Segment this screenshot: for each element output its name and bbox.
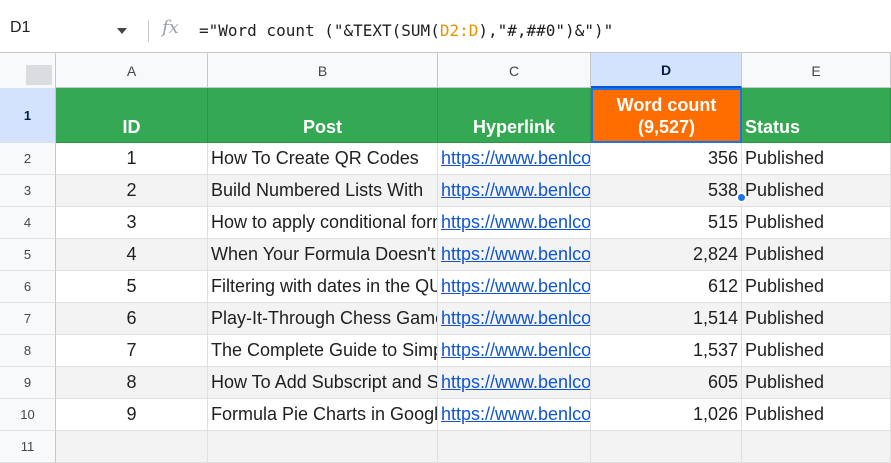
cell-post[interactable]: Play-It-Through Chess Game <box>208 303 438 335</box>
cell-word-count[interactable]: 515 <box>591 207 742 239</box>
row-header-10[interactable]: 10 <box>0 399 56 431</box>
row-header-8[interactable]: 8 <box>0 335 56 367</box>
cell-word-count[interactable]: 2,824 <box>591 239 742 271</box>
cell-hyperlink[interactable]: https://www.benlcollins.com <box>438 399 591 431</box>
cell-id[interactable] <box>56 431 208 463</box>
fx-icon: fx <box>162 17 179 38</box>
cell-id[interactable]: 9 <box>56 399 208 431</box>
cell-id[interactable]: 4 <box>56 239 208 271</box>
cell-hyperlink[interactable]: https://www.benlcollins.com <box>438 367 591 399</box>
cell-post[interactable]: How to apply conditional formatting <box>208 207 438 239</box>
cell-hyperlink[interactable]: https://www.benlcollins.com <box>438 239 591 271</box>
word-count-total: (9,527) <box>637 116 696 137</box>
cell-id[interactable]: 5 <box>56 271 208 303</box>
column-header-a[interactable]: A <box>56 53 208 88</box>
formula-prefix: ="Word count ("&TEXT(SUM( <box>199 21 440 40</box>
cell-status[interactable]: Published <box>742 399 891 431</box>
hyperlink[interactable]: https://www.benlcollins.com <box>441 308 590 329</box>
row-header-2[interactable]: 2 <box>0 143 56 175</box>
hyperlink[interactable]: https://www.benlcollins.com <box>441 404 590 425</box>
cell-post[interactable]: Build Numbered Lists With <box>208 175 438 207</box>
row-header-6[interactable]: 6 <box>0 271 56 303</box>
select-all-corner[interactable] <box>0 53 56 88</box>
word-count-label: Word count <box>616 94 717 115</box>
cell-post[interactable] <box>208 431 438 463</box>
row-header-3[interactable]: 3 <box>0 175 56 207</box>
name-box[interactable]: D1 <box>10 19 30 37</box>
cell-id[interactable]: 7 <box>56 335 208 367</box>
column-header-b[interactable]: B <box>208 53 438 88</box>
cell-id[interactable]: 8 <box>56 367 208 399</box>
fill-handle[interactable] <box>736 192 747 203</box>
cell-post[interactable]: The Complete Guide to Simple <box>208 335 438 367</box>
hyperlink[interactable]: https://www.benlcollins.com <box>441 276 590 297</box>
cell-id[interactable]: 3 <box>56 207 208 239</box>
divider <box>148 20 149 42</box>
cell-id[interactable]: 2 <box>56 175 208 207</box>
column-header-d[interactable]: D <box>591 53 742 88</box>
cell-hyperlink[interactable]: https://www.benlcollins.com <box>438 207 591 239</box>
cell-hyperlink[interactable]: https://www.benlcollins.com <box>438 175 591 207</box>
cell-status[interactable]: Published <box>742 239 891 271</box>
name-box-dropdown-icon[interactable] <box>117 28 127 34</box>
cell-word-count[interactable]: 612 <box>591 271 742 303</box>
formula-range-ref: D2:D <box>439 21 479 40</box>
cell-status[interactable]: Published <box>742 367 891 399</box>
cell-status[interactable]: Published <box>742 335 891 367</box>
header-hyperlink[interactable]: Hyperlink <box>438 88 591 143</box>
cell-word-count[interactable]: 605 <box>591 367 742 399</box>
hyperlink[interactable]: https://www.benlcollins.com <box>441 340 590 361</box>
row-header-4[interactable]: 4 <box>0 207 56 239</box>
cell-post[interactable]: How To Add Subscript and Superscript <box>208 367 438 399</box>
formula-bar: D1 fx ="Word count ("&TEXT(SUM(D2:D),"#,… <box>0 0 891 53</box>
row-header-11[interactable]: 11 <box>0 431 56 463</box>
cell-id[interactable]: 1 <box>56 143 208 175</box>
cell-status[interactable]: Published <box>742 303 891 335</box>
cell-word-count[interactable]: 538 <box>591 175 742 207</box>
row-header-1[interactable]: 1 <box>0 88 56 143</box>
hyperlink[interactable]: https://www.benlcollins.com <box>441 212 590 233</box>
cell-hyperlink[interactable] <box>438 431 591 463</box>
cell-status[interactable]: Published <box>742 143 891 175</box>
header-post[interactable]: Post <box>208 88 438 143</box>
cell-post[interactable]: How To Create QR Codes <box>208 143 438 175</box>
column-header-c[interactable]: C <box>438 53 591 88</box>
row-header-9[interactable]: 9 <box>0 367 56 399</box>
formula-suffix: ),"#,##0")&")" <box>478 21 614 40</box>
formula-input[interactable]: ="Word count ("&TEXT(SUM(D2:D),"#,##0")&… <box>199 21 613 40</box>
hyperlink[interactable]: https://www.benlcollins.com <box>441 244 590 265</box>
header-word-count-selected[interactable]: Word count (9,527) <box>591 88 742 143</box>
cell-status[interactable]: Published <box>742 175 891 207</box>
row-header-7[interactable]: 7 <box>0 303 56 335</box>
spreadsheet-grid: A B C D E 2 1 How To Create QR Codes https:… <box>0 53 891 463</box>
cell-post[interactable]: Formula Pie Charts in Google Sheets <box>208 399 438 431</box>
cell-post[interactable]: Filtering with dates in the QUERY <box>208 271 438 303</box>
cell-word-count[interactable]: 1,537 <box>591 335 742 367</box>
cell-hyperlink[interactable]: https://www.benlcollins.com <box>438 271 591 303</box>
cell-word-count[interactable] <box>591 431 742 463</box>
cell-hyperlink[interactable]: https://www.benlcollins.com <box>438 143 591 175</box>
cell-hyperlink[interactable]: https://www.benlcollins.com <box>438 303 591 335</box>
cell-status[interactable]: Published <box>742 271 891 303</box>
cell-status[interactable]: Published <box>742 207 891 239</box>
cell-word-count[interactable]: 356 <box>591 143 742 175</box>
header-id[interactable]: ID <box>56 88 208 143</box>
hyperlink[interactable]: https://www.benlcollins.com <box>441 148 590 169</box>
cell-post[interactable]: When Your Formula Doesn't Work <box>208 239 438 271</box>
corner-mark <box>26 65 52 85</box>
hyperlink[interactable]: https://www.benlcollins.com <box>441 180 590 201</box>
row-header-5[interactable]: 5 <box>0 239 56 271</box>
header-status[interactable]: Status <box>742 88 891 143</box>
cell-hyperlink[interactable]: https://www.benlcollins.com <box>438 335 591 367</box>
column-header-e[interactable]: E <box>742 53 891 88</box>
cell-word-count[interactable]: 1,026 <box>591 399 742 431</box>
hyperlink[interactable]: https://www.benlcollins.com <box>441 372 590 393</box>
cell-status[interactable] <box>742 431 891 463</box>
cell-id[interactable]: 6 <box>56 303 208 335</box>
cell-word-count[interactable]: 1,514 <box>591 303 742 335</box>
